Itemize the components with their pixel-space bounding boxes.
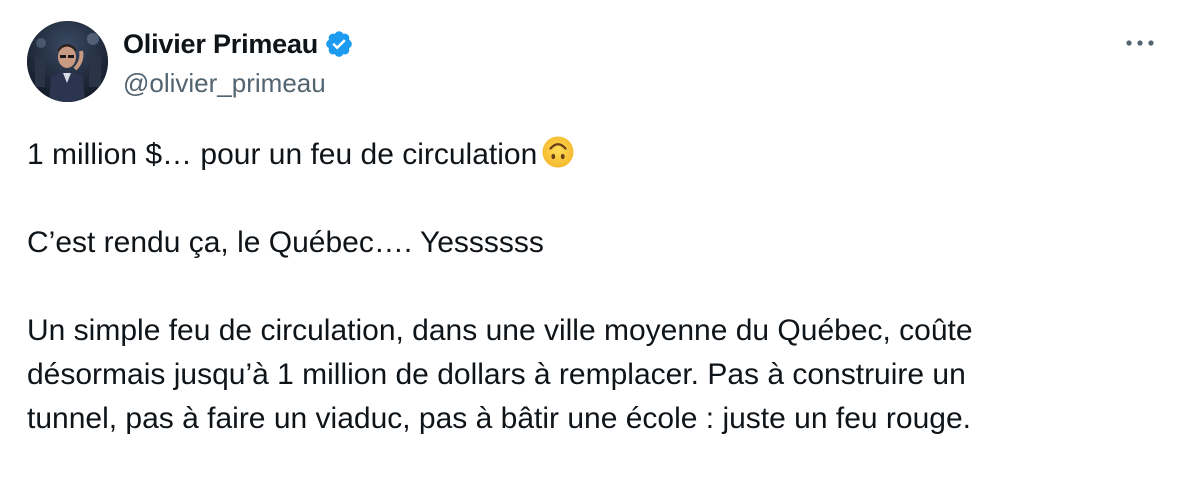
tweet-text: 1 million $… pour un feu de circulation … [27,133,1167,441]
tweet-line: C’est rendu ça, le Québec…. Yessssss [27,226,544,259]
tweet-line-text: 1 million $… pour un feu de circulation [27,138,538,171]
tweet-line: 1 million $… pour un feu de circulation [27,133,1167,177]
author-name-row: Olivier Primeau [123,26,354,62]
tweet-line: Un simple feu de circulation, dans une v… [27,314,973,347]
verified-badge-icon[interactable] [324,29,354,59]
upside-down-face-emoji-icon [541,135,575,169]
author-display-name[interactable]: Olivier Primeau [123,26,318,62]
author-handle[interactable]: @olivier_primeau [123,66,326,100]
tweet-card: Olivier Primeau @olivier_primeau 1 milli… [0,0,1192,478]
more-horizontal-icon [1126,40,1154,46]
avatar-photo [27,21,108,102]
tweet-line: désormais jusqu’à 1 million de dollars à… [27,358,966,391]
avatar[interactable] [27,21,108,102]
tweet-line: tunnel, pas à faire un viaduc, pas à bât… [27,402,971,435]
more-options-button[interactable] [1118,30,1162,56]
